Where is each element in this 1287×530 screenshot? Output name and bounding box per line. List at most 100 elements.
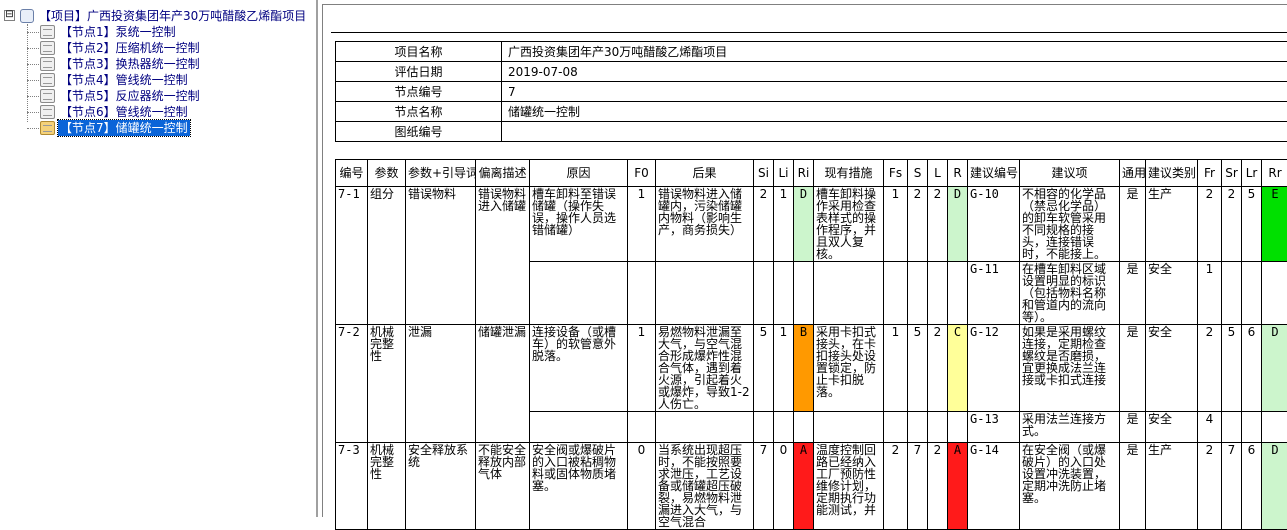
cell-empty [1262,262,1287,325]
table-row[interactable]: 7-1 组分 错误物料 错误物料进入储罐 槽车卸料至错误储罐（操作失误，操作人员… [336,187,1287,262]
project-icon [20,9,34,23]
row-id: 7-3 [336,443,368,530]
tree-connector [27,64,39,65]
cell-fr: 2 [1198,187,1222,262]
risk-cell-rr: D [1262,443,1287,530]
cell-empty [774,412,794,443]
info-row: 节点编号 7 [336,82,1287,102]
cell-deviation: 不能安全释放内部气体 [476,443,530,530]
risk-cell-r: C [948,325,968,412]
tree-node-label[interactable]: 【节点1】泵统一控制 [58,24,178,40]
tree-connector [27,128,39,129]
risk-cell-r: A [948,443,968,530]
table-row[interactable]: 7-2 机械完整性 泄漏 储罐泄漏 连接设备（或槽车）的软管意外脱落。 1 易燃… [336,325,1287,412]
col-header: Fr [1198,160,1222,187]
tree-node-label[interactable]: 【节点6】管线统一控制 [58,104,190,120]
cell-measure: 采用卡扣式接头，在卡扣接头处设置锁定，防止卡扣脱落。 [814,325,884,412]
risk-cell-rr: E [1262,187,1287,262]
col-header: 建议编号 [968,160,1020,187]
cell-lr: 6 [1242,325,1262,412]
cell-s: 2 [908,187,928,262]
tree-root-label[interactable]: 【项目】广西投资集团年产30万吨醋酸乙烯酯项目 [39,8,306,24]
drawing-number-label: 图纸编号 [336,122,502,142]
cell-general: 是 [1120,325,1146,412]
tree-node-label[interactable]: 【节点4】管线统一控制 [58,72,190,88]
cell-fr: 1 [1198,262,1222,325]
cell-param: 机械完整性 [368,443,406,530]
node-document-icon [40,41,55,55]
cell-li: 0 [774,443,794,530]
cell-empty [656,412,754,443]
cell-guide: 错误物料 [406,187,476,325]
risk-cell-ri: B [794,325,814,412]
cell-empty [1242,412,1262,443]
col-header: Rr [1262,160,1287,187]
divider [331,32,1287,33]
cell-si: 2 [754,187,774,262]
collapse-icon[interactable]: ⊟ [4,10,15,21]
cell-l: 2 [928,443,948,530]
tree-node-label[interactable]: 【节点3】换热器统一控制 [58,56,202,72]
col-header: 现有措施 [814,160,884,187]
tree-node-label[interactable]: 【节点2】压缩机统一控制 [58,40,202,56]
cell-lr: 5 [1242,187,1262,262]
cell-si: 5 [754,325,774,412]
table-row[interactable]: 7-3 机械完整性 安全释放系统 不能安全释放内部气体 安全阀或爆破片的入口被粘… [336,443,1287,530]
node-document-icon [40,105,55,119]
cell-fr: 4 [1198,412,1222,443]
cell-category: 安全 [1146,412,1198,443]
cell-recommendation: 不相容的化学品（禁忌化学品）的卸车软管采用不同规格的接头，连接错误时，不能接上。 [1020,187,1120,262]
row-id: 7-1 [336,187,368,325]
cell-empty [530,412,628,443]
col-header: 偏离描述 [476,160,530,187]
info-row: 节点名称 储罐统一控制 [336,102,1287,122]
cell-s: 7 [908,443,928,530]
eval-date-value: 2019-07-08 [502,62,1287,82]
cell-l: 2 [928,325,948,412]
tree-node-label[interactable]: 【节点5】反应器统一控制 [58,88,202,104]
cell-si: 7 [754,443,774,530]
project-name-label: 项目名称 [336,42,502,62]
cell-empty [928,262,948,325]
cell-rec-no: G-13 [968,412,1020,443]
cell-category: 安全 [1146,325,1198,412]
node-document-icon [40,89,55,103]
table-header-row: 编号 参数 参数+引导词 偏离描述 原因 F0 后果 Si Li Ri 现有措施… [336,160,1287,187]
content-pane: 项目名称 广西投资集团年产30万吨醋酸乙烯酯项目 评估日期 2019-07-08… [322,4,1287,517]
col-header: Lr [1242,160,1262,187]
cell-fr: 2 [1198,325,1222,412]
node-number-label: 节点编号 [336,82,502,102]
cell-f0: 1 [628,187,656,262]
cell-empty [794,412,814,443]
cell-param: 机械完整性 [368,325,406,443]
cell-consequence: 错误物料进入储罐内，污染储罐内物料（影响生产，商务损失） [656,187,754,262]
tree-node-label-selected[interactable]: 【节点7】储罐统一控制 [58,120,190,136]
cell-f0: 1 [628,325,656,412]
drawing-number-value [502,122,1287,142]
info-row: 图纸编号 [336,122,1287,142]
cell-rec-no: G-12 [968,325,1020,412]
cell-sr: 2 [1222,187,1242,262]
cell-cause: 安全阀或爆破片的入口被粘稠物料或固体物质堵塞。 [530,443,628,530]
node-document-icon [40,25,55,39]
col-header: 建议项 [1020,160,1120,187]
col-header: Ri [794,160,814,187]
col-header: Sr [1222,160,1242,187]
col-header: L [928,160,948,187]
col-header: Li [774,160,794,187]
cell-consequence: 当系统出现超压时，不能按照要求泄压，工艺设备或储罐超压破裂，易燃物料泄漏进入大气… [656,443,754,530]
col-header: S [908,160,928,187]
cell-empty [1242,262,1262,325]
cell-li: 1 [774,187,794,262]
tree-connector [27,48,39,49]
cell-empty [1262,412,1287,443]
cell-empty [628,262,656,325]
cell-sr: 5 [1222,325,1242,412]
cell-general: 是 [1120,443,1146,530]
cell-fs: 1 [884,325,908,412]
cell-empty [794,262,814,325]
cell-consequence: 易燃物料泄漏至大气，与空气混合形成爆炸性混合气体，遇到着火源，引起着火或爆炸，导… [656,325,754,412]
col-header: 参数 [368,160,406,187]
cell-recommendation: 采用法兰连接方式。 [1020,412,1120,443]
cell-empty [754,262,774,325]
